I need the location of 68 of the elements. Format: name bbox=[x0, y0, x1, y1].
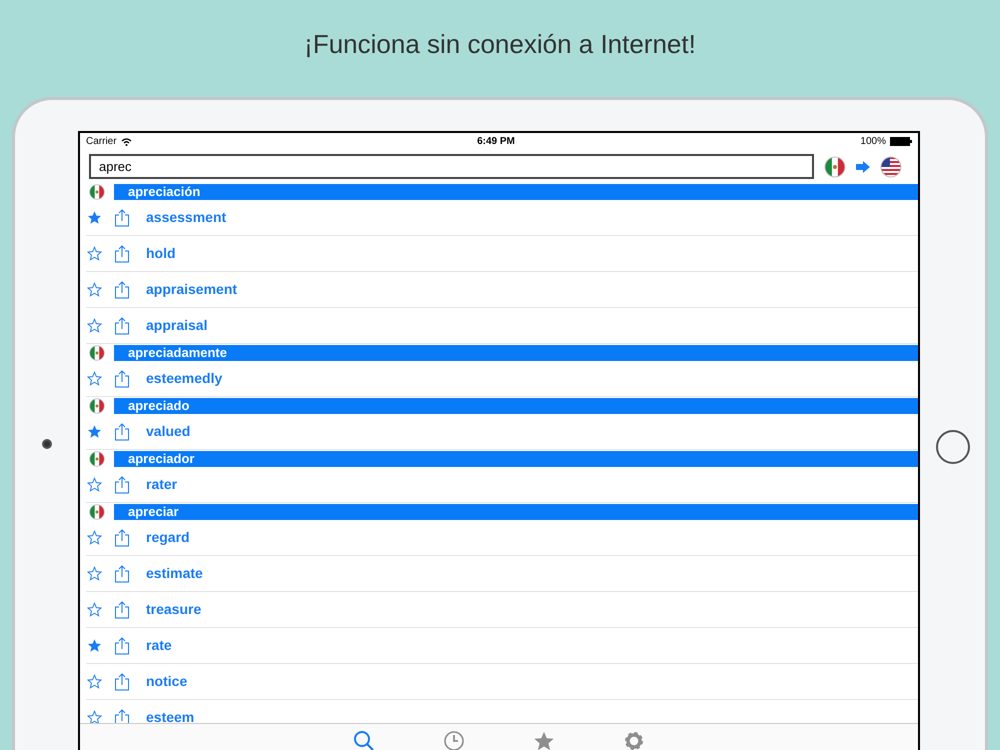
translation-link[interactable]: esteem bbox=[146, 707, 194, 723]
battery-icon bbox=[890, 137, 912, 146]
camera-icon bbox=[42, 439, 52, 449]
share-icon[interactable] bbox=[114, 564, 130, 582]
carrier-label: Carrier bbox=[86, 135, 117, 149]
translation-link[interactable]: notice bbox=[146, 671, 188, 692]
share-icon[interactable] bbox=[114, 708, 130, 723]
share-icon[interactable] bbox=[114, 636, 130, 654]
star-outline-icon[interactable] bbox=[86, 710, 102, 723]
us-flag-icon[interactable] bbox=[880, 156, 902, 178]
settings-icon bbox=[623, 730, 645, 750]
translation-link[interactable]: valued bbox=[146, 421, 190, 442]
star-icon bbox=[533, 730, 555, 750]
translation-link[interactable]: rater bbox=[146, 474, 178, 495]
translation-link[interactable]: appraisal bbox=[146, 315, 208, 336]
share-icon[interactable] bbox=[114, 244, 130, 262]
share-icon[interactable] bbox=[114, 476, 130, 494]
star-outline-icon[interactable] bbox=[86, 477, 102, 492]
share-icon[interactable] bbox=[114, 528, 130, 546]
star-filled-icon[interactable] bbox=[86, 424, 102, 439]
mexico-flag-icon bbox=[89, 450, 105, 466]
search-tab[interactable] bbox=[352, 729, 376, 750]
settings-tab[interactable] bbox=[622, 729, 646, 750]
share-icon[interactable] bbox=[114, 600, 130, 618]
star-filled-icon[interactable] bbox=[86, 638, 102, 653]
star-outline-icon[interactable] bbox=[86, 674, 102, 689]
share-icon[interactable] bbox=[114, 280, 130, 298]
headline: ¡Funciona sin conexión a Internet! bbox=[304, 28, 696, 61]
translation-link[interactable]: treasure bbox=[146, 599, 202, 620]
headword-bar[interactable]: apreciación bbox=[114, 184, 918, 200]
share-icon[interactable] bbox=[114, 672, 130, 690]
translation-link[interactable]: assessment bbox=[146, 207, 226, 228]
history-tab[interactable] bbox=[442, 729, 466, 750]
clock-time: 6:49 PM bbox=[477, 135, 515, 149]
headword-bar[interactable]: apreciador bbox=[114, 450, 918, 466]
mexico-flag-icon bbox=[89, 504, 105, 520]
star-outline-icon[interactable] bbox=[86, 371, 102, 386]
share-icon[interactable] bbox=[114, 370, 130, 388]
translation-link[interactable]: estimate bbox=[146, 563, 203, 584]
translation-link[interactable]: regard bbox=[146, 527, 190, 548]
home-button[interactable] bbox=[936, 430, 970, 464]
translation-link[interactable]: appraisement bbox=[146, 279, 238, 300]
translation-link[interactable]: esteemedly bbox=[146, 368, 222, 389]
mexico-flag-icon[interactable] bbox=[824, 156, 846, 178]
headword-bar[interactable]: apreciado bbox=[114, 398, 918, 414]
star-outline-icon[interactable] bbox=[86, 566, 102, 581]
mexico-flag-icon bbox=[89, 184, 105, 200]
wifi-icon bbox=[120, 138, 132, 146]
star-outline-icon[interactable] bbox=[86, 246, 102, 261]
share-icon[interactable] bbox=[114, 316, 130, 334]
translation-link[interactable]: rate bbox=[146, 635, 172, 656]
mexico-flag-icon bbox=[89, 398, 105, 414]
translation-link[interactable]: hold bbox=[146, 243, 176, 264]
search-icon bbox=[353, 730, 375, 750]
arrow-right-icon bbox=[856, 160, 870, 172]
search-field[interactable]: aprec bbox=[89, 154, 814, 179]
star-outline-icon[interactable] bbox=[86, 318, 102, 333]
star-outline-icon[interactable] bbox=[86, 282, 102, 297]
battery-percent: 100% bbox=[860, 135, 886, 149]
headword-bar[interactable]: apreciar bbox=[114, 504, 918, 520]
mexico-flag-icon bbox=[89, 344, 105, 360]
clock-icon bbox=[443, 730, 465, 750]
star-outline-icon[interactable] bbox=[86, 602, 102, 617]
headword-bar[interactable]: apreciadamente bbox=[114, 344, 918, 360]
share-icon[interactable] bbox=[114, 422, 130, 440]
share-icon[interactable] bbox=[114, 208, 130, 226]
star-filled-icon[interactable] bbox=[86, 210, 102, 225]
star-outline-icon[interactable] bbox=[86, 530, 102, 545]
